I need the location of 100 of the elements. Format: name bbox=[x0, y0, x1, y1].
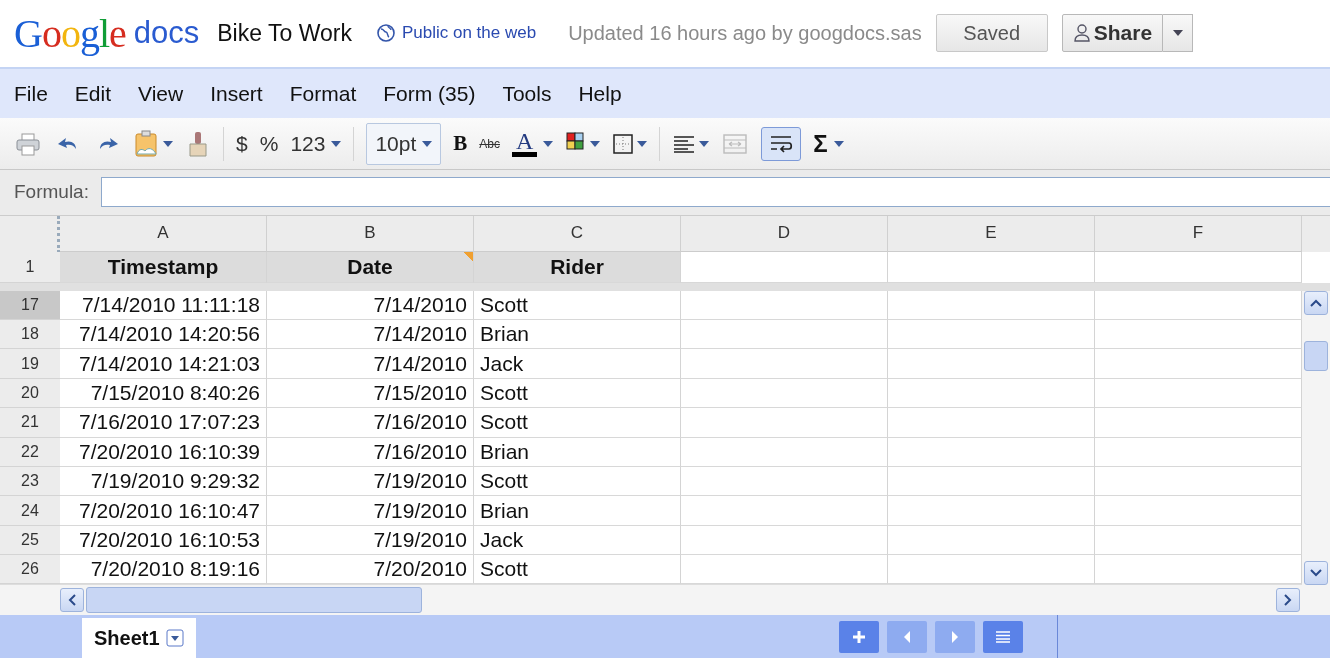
column-header[interactable]: A bbox=[60, 215, 267, 252]
formula-field[interactable] bbox=[100, 177, 1330, 208]
chevron-right-icon bbox=[1284, 594, 1292, 607]
print-icon[interactable] bbox=[14, 130, 42, 157]
scroll-down-button[interactable] bbox=[1304, 560, 1328, 585]
row-header[interactable]: 21 bbox=[0, 408, 60, 438]
text-color-dropdown[interactable]: A bbox=[512, 130, 554, 158]
bold-button[interactable]: B bbox=[453, 131, 468, 157]
sum-dropdown[interactable]: Σ bbox=[813, 129, 844, 158]
text-color-letter: A bbox=[512, 130, 538, 158]
row-header[interactable]: 20 bbox=[0, 378, 60, 409]
row-header[interactable]: 19 bbox=[0, 349, 60, 379]
column-header[interactable]: B bbox=[267, 215, 474, 252]
align-left-icon bbox=[672, 133, 697, 154]
row-header[interactable]: 22 bbox=[0, 437, 60, 467]
menu-item[interactable]: Tools bbox=[502, 81, 552, 106]
row-header[interactable]: 25 bbox=[0, 525, 60, 556]
share-button[interactable]: Share bbox=[1061, 14, 1164, 53]
row-header[interactable]: 23 bbox=[0, 466, 60, 497]
horizontal-scrollbar[interactable] bbox=[0, 584, 1330, 615]
logo: Google bbox=[14, 9, 126, 57]
row-header[interactable]: 18 bbox=[0, 319, 60, 350]
previous-sheet-button[interactable] bbox=[887, 620, 927, 653]
insert-image-dropdown[interactable] bbox=[134, 129, 173, 158]
caret-icon bbox=[331, 140, 342, 147]
vertical-scrollbar[interactable] bbox=[1302, 290, 1330, 585]
menu-item[interactable]: Edit bbox=[74, 81, 112, 106]
column-header[interactable]: E bbox=[888, 215, 1095, 252]
header-cell: Rider bbox=[474, 251, 681, 283]
table-cell: 7/20/2010 16:10:47 bbox=[60, 496, 267, 526]
number-format-dropdown[interactable]: 123 bbox=[290, 131, 342, 156]
table-cell: 7/16/2010 bbox=[267, 408, 474, 438]
person-icon bbox=[1072, 23, 1091, 44]
triangle-left-icon bbox=[902, 629, 912, 644]
table-cell: 7/14/2010 14:21:03 bbox=[60, 349, 267, 379]
borders-dropdown[interactable] bbox=[612, 132, 648, 155]
scroll-right-button[interactable] bbox=[1276, 588, 1300, 613]
menu-item[interactable]: File bbox=[14, 81, 48, 106]
sheet-list-button[interactable] bbox=[983, 620, 1023, 653]
header-cell: Timestamp bbox=[60, 251, 267, 283]
scroll-up-button[interactable] bbox=[1304, 290, 1328, 315]
strikethrough-button[interactable]: Abc bbox=[479, 136, 500, 151]
font-size-dropdown[interactable]: 10pt bbox=[366, 122, 442, 165]
caret-icon bbox=[637, 140, 648, 147]
scrollbar-thumb[interactable] bbox=[1304, 340, 1328, 371]
table-cell: 7/14/2010 11:11:18 bbox=[60, 290, 267, 320]
table-cell: Scott bbox=[474, 378, 681, 409]
currency-format-button[interactable]: $ bbox=[236, 131, 248, 156]
row-header[interactable]: 26 bbox=[0, 555, 60, 585]
document-title[interactable]: Bike To Work bbox=[217, 19, 352, 47]
share-menu-button[interactable] bbox=[1163, 14, 1194, 53]
borders-icon bbox=[612, 132, 635, 155]
list-icon bbox=[995, 630, 1011, 643]
column-header[interactable]: C bbox=[474, 215, 681, 252]
table-cell: 7/16/2010 17:07:23 bbox=[60, 408, 267, 438]
table-cell: Jack bbox=[474, 525, 681, 556]
scrollbar-thumb[interactable] bbox=[86, 587, 422, 614]
table-cell: Scott bbox=[474, 466, 681, 497]
table-cell: Brian bbox=[474, 437, 681, 467]
caret-icon bbox=[590, 140, 601, 147]
table-cell: 7/14/2010 bbox=[267, 290, 474, 320]
visibility-link[interactable]: Public on the web bbox=[401, 23, 537, 44]
menu-item[interactable]: Help bbox=[578, 81, 622, 106]
row-header[interactable]: 1 bbox=[0, 251, 60, 283]
wrap-text-button[interactable] bbox=[761, 126, 802, 161]
menu-item[interactable]: Insert bbox=[210, 81, 263, 106]
table-cell: 7/20/2010 16:10:53 bbox=[60, 525, 267, 556]
percent-format-button[interactable]: % bbox=[259, 131, 279, 156]
chevron-down-icon bbox=[1310, 568, 1322, 577]
dropdown-icon[interactable] bbox=[165, 629, 184, 647]
table-cell: 7/19/2010 bbox=[267, 525, 474, 556]
add-sheet-button[interactable] bbox=[839, 620, 879, 653]
menu-item[interactable]: Format bbox=[289, 81, 357, 106]
chevron-up-icon bbox=[1310, 298, 1322, 307]
select-all-corner[interactable] bbox=[0, 215, 60, 253]
scroll-left-button[interactable] bbox=[60, 588, 84, 613]
table-cell: Jack bbox=[474, 349, 681, 379]
product-name: docs bbox=[133, 15, 200, 52]
align-dropdown[interactable] bbox=[672, 133, 710, 154]
menu-item[interactable]: View bbox=[138, 81, 184, 106]
triangle-right-icon bbox=[950, 629, 960, 644]
row-header[interactable]: 24 bbox=[0, 496, 60, 526]
row-header[interactable]: 17 bbox=[0, 290, 60, 320]
saved-button[interactable]: Saved bbox=[935, 14, 1048, 53]
table-cell: 7/14/2010 14:20:56 bbox=[60, 319, 267, 350]
header-cell: Date bbox=[267, 251, 474, 283]
sheet-tab[interactable]: Sheet1 bbox=[82, 618, 196, 658]
table-cell: 7/20/2010 16:10:39 bbox=[60, 437, 267, 467]
column-header[interactable]: D bbox=[681, 215, 888, 252]
table-cell: 7/19/2010 bbox=[267, 466, 474, 497]
next-sheet-button[interactable] bbox=[935, 620, 975, 653]
caret-icon bbox=[833, 140, 844, 147]
column-header[interactable]: F bbox=[1095, 215, 1302, 252]
globe-icon bbox=[375, 23, 396, 44]
table-cell: Brian bbox=[474, 496, 681, 526]
table-cell: 7/19/2010 9:29:32 bbox=[60, 466, 267, 497]
table-cell: Brian bbox=[474, 319, 681, 350]
table-cell: 7/14/2010 bbox=[267, 349, 474, 379]
menu-item[interactable]: Form (35) bbox=[383, 81, 476, 106]
formula-label: Formula: bbox=[14, 181, 89, 204]
